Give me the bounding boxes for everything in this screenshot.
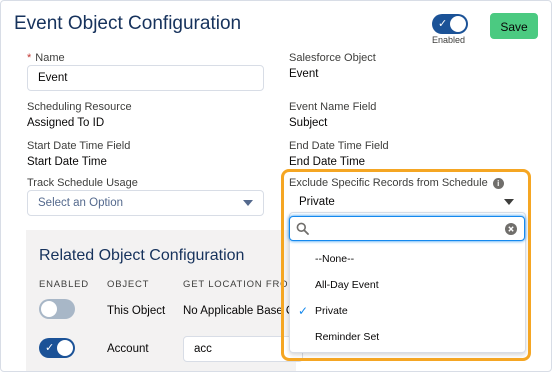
- save-button[interactable]: Save: [490, 13, 538, 39]
- related-object-panel: Related Object Configuration ENABLED OBJ…: [26, 230, 303, 371]
- related-object-title: Related Object Configuration: [39, 247, 245, 264]
- page-title: Event Object Configuration: [14, 13, 242, 34]
- toggle-knob: [450, 16, 466, 32]
- column-header-object: OBJECT: [107, 279, 150, 290]
- start-field-label: Start Date Time Field: [27, 140, 131, 152]
- row-object-account: Account: [107, 343, 149, 355]
- track-usage-label: Track Schedule Usage: [27, 177, 138, 189]
- checkmark-icon: ✓: [45, 342, 55, 354]
- checkmark-icon: ✓: [438, 18, 448, 30]
- column-header-location: GET LOCATION FRO: [183, 279, 289, 290]
- name-input[interactable]: Event: [27, 65, 264, 91]
- config-window: Event Object Configuration ✓ Enabled Sav…: [0, 0, 552, 372]
- track-usage-select[interactable]: Select an Option: [27, 190, 264, 216]
- scheduling-resource-label: Scheduling Resource: [27, 101, 132, 113]
- salesforce-object-value: Event: [289, 68, 319, 80]
- row-object-this-object: This Object: [107, 305, 166, 317]
- name-label: * Name: [27, 52, 65, 64]
- highlight-box: [281, 169, 531, 361]
- toggle-track[interactable]: ✓: [39, 338, 75, 358]
- row-toggle-account[interactable]: ✓: [39, 338, 75, 358]
- name-input-value: Event: [38, 72, 68, 84]
- event-name-field-label: Event Name Field: [289, 101, 377, 113]
- scheduling-resource-value: Assigned To ID: [27, 117, 105, 129]
- row-location-account-value: acc: [194, 343, 212, 355]
- enabled-toggle[interactable]: ✓: [432, 14, 472, 34]
- row-location-this-object: No Applicable Base O: [183, 305, 295, 317]
- required-asterisk: *: [27, 52, 32, 64]
- name-label-text: Name: [35, 52, 65, 64]
- track-usage-placeholder: Select an Option: [38, 197, 124, 209]
- end-field-label: End Date Time Field: [289, 140, 389, 152]
- start-field-value: Start Date Time: [27, 156, 107, 168]
- toggle-track[interactable]: ✓: [432, 14, 468, 34]
- salesforce-object-label: Salesforce Object: [289, 52, 376, 64]
- enabled-label: Enabled: [432, 35, 466, 45]
- column-header-enabled: ENABLED: [39, 279, 89, 290]
- toggle-track[interactable]: [39, 299, 75, 319]
- event-name-field-value: Subject: [289, 117, 328, 129]
- end-field-value: End Date Time: [289, 156, 366, 168]
- chevron-down-icon: [243, 200, 253, 206]
- toggle-knob: [41, 301, 57, 317]
- row-toggle-this-object[interactable]: [39, 299, 75, 319]
- toggle-knob: [57, 340, 73, 356]
